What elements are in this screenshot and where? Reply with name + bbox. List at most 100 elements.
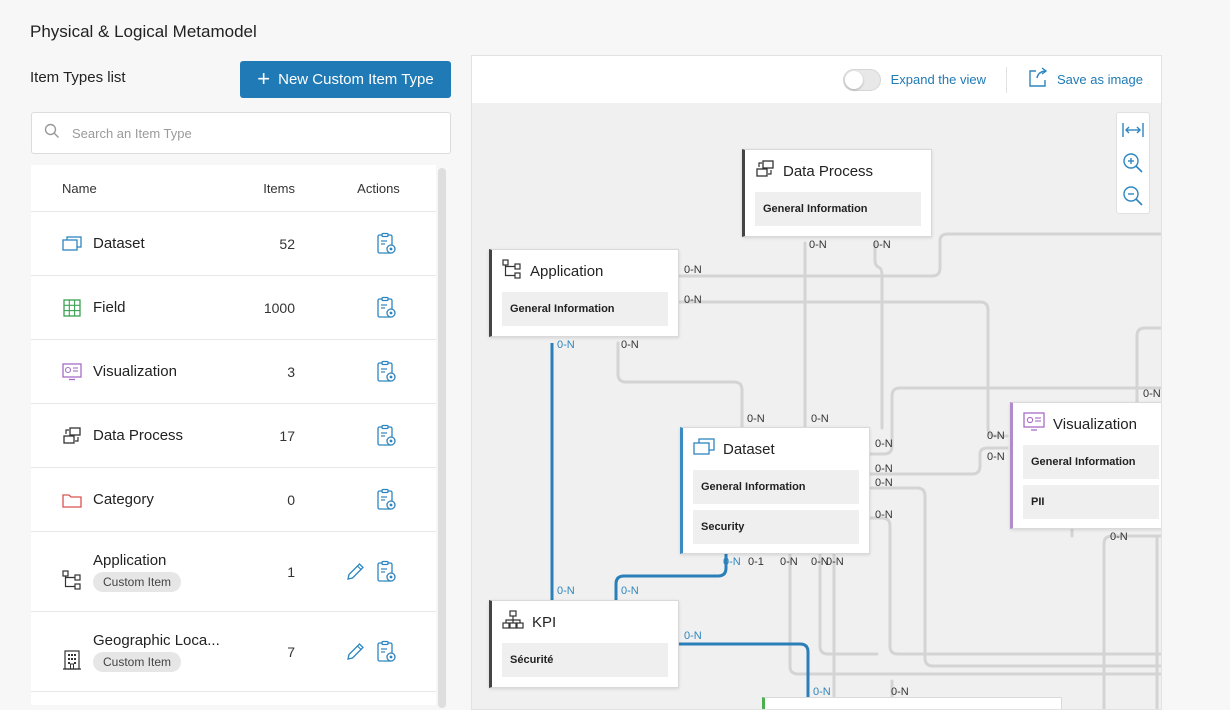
search-input[interactable]	[70, 118, 450, 148]
node-title: Visualization	[1053, 416, 1137, 433]
folder-icon	[62, 490, 82, 510]
table-row[interactable]: Data Process 17	[31, 404, 436, 468]
cardinality-label: 0-N	[891, 687, 909, 698]
node-partial-bottom[interactable]	[762, 697, 1062, 710]
settings-clipboard-icon[interactable]	[375, 232, 399, 256]
zoom-in-icon[interactable]	[1120, 150, 1146, 176]
row-name-cell: Application Custom Item	[31, 552, 231, 592]
cardinality-label: 0-N	[1110, 532, 1128, 543]
node-title: Data Process	[783, 163, 873, 180]
row-label: Category	[93, 491, 154, 508]
row-name-cell: Dataset	[31, 234, 231, 254]
column-items-header: Items	[231, 181, 311, 196]
row-count: 1	[231, 564, 311, 580]
row-actions	[311, 360, 436, 384]
table-row[interactable]: Visualization 3	[31, 340, 436, 404]
column-actions-header: Actions	[311, 181, 436, 196]
node-title: Dataset	[723, 441, 775, 458]
application-icon	[62, 570, 82, 590]
expand-view-label[interactable]: Expand the view	[891, 72, 986, 87]
item-types-list-title: Item Types list	[30, 69, 126, 86]
column-name-header: Name	[31, 181, 231, 196]
row-actions	[311, 560, 436, 584]
page-title: Physical & Logical Metamodel	[30, 22, 257, 42]
fit-width-icon[interactable]	[1120, 117, 1146, 143]
node-section-securite[interactable]: Sécurité	[502, 643, 668, 677]
node-title: KPI	[532, 614, 556, 631]
cardinality-label: 0-N	[987, 431, 1005, 442]
row-actions	[311, 640, 436, 664]
node-section-general-information[interactable]: General Information	[1023, 445, 1159, 479]
settings-clipboard-icon[interactable]	[375, 560, 399, 584]
cardinality-label: 0-N	[557, 586, 575, 597]
cardinality-label: 0-N	[747, 414, 765, 425]
node-application[interactable]: Application General Information	[489, 249, 679, 337]
row-label: Visualization	[93, 363, 177, 380]
row-count: 0	[231, 492, 311, 508]
metamodel-diagram-canvas[interactable]: Expand the view Save as image Data Proce…	[471, 55, 1162, 710]
cardinality-label: 0-N	[684, 631, 702, 642]
list-scrollbar[interactable]	[438, 168, 446, 708]
save-as-image-button[interactable]: Save as image	[1027, 66, 1143, 93]
table-row[interactable]: Dataset 52	[31, 212, 436, 276]
custom-item-badge: Custom Item	[93, 572, 181, 592]
settings-clipboard-icon[interactable]	[375, 360, 399, 384]
table-header: Name Items Actions	[31, 165, 436, 212]
settings-clipboard-icon[interactable]	[375, 296, 399, 320]
search-box	[31, 112, 451, 154]
node-kpi[interactable]: KPI Sécurité	[489, 600, 679, 688]
expand-view-toggle[interactable]	[843, 69, 881, 91]
settings-clipboard-icon[interactable]	[375, 488, 399, 512]
node-section-general-information[interactable]: General Information	[693, 470, 859, 504]
cardinality-label: 0-N	[780, 557, 798, 568]
node-section-general-information[interactable]: General Information	[755, 192, 921, 226]
kpi-hierarchy-icon	[502, 610, 524, 634]
building-icon	[62, 650, 82, 670]
new-custom-item-type-button[interactable]: + New Custom Item Type	[240, 61, 451, 98]
row-label: Geographic Loca...	[93, 632, 220, 649]
application-icon	[502, 259, 522, 283]
row-label: Data Process	[93, 427, 183, 444]
cardinality-label: 0-N	[875, 464, 893, 475]
table-row[interactable]: Category 0	[31, 468, 436, 532]
table-row[interactable]: Field 1000	[31, 276, 436, 340]
settings-clipboard-icon[interactable]	[375, 640, 399, 664]
row-actions	[311, 296, 436, 320]
data-process-icon	[62, 426, 82, 446]
cardinality-label: 0-N	[813, 687, 831, 698]
cardinality-label: 0-N	[809, 240, 827, 251]
node-dataset[interactable]: Dataset General Information Security	[680, 427, 870, 554]
visualization-icon	[1023, 412, 1045, 436]
toolbar-divider	[1006, 67, 1007, 93]
row-actions	[311, 232, 436, 256]
row-name-cell: Data Process	[31, 426, 231, 446]
edit-pencil-icon[interactable]	[343, 560, 367, 584]
settings-clipboard-icon[interactable]	[375, 424, 399, 448]
row-count: 7	[231, 644, 311, 660]
row-label: Application	[93, 552, 181, 569]
node-title: Application	[530, 263, 603, 280]
search-icon	[44, 123, 60, 144]
cardinality-label: 0-N	[557, 340, 575, 351]
zoom-out-icon[interactable]	[1120, 183, 1146, 209]
cardinality-label: 0-N	[987, 452, 1005, 463]
field-grid-icon	[62, 298, 82, 318]
row-name-cell: Geographic Loca... Custom Item	[31, 632, 231, 672]
node-section-security[interactable]: Security	[693, 510, 859, 544]
new-custom-item-type-label: New Custom Item Type	[278, 71, 434, 88]
node-data-process[interactable]: Data Process General Information	[742, 149, 932, 237]
row-name-cell: Visualization	[31, 362, 231, 382]
node-section-pii[interactable]: PII	[1023, 485, 1159, 519]
table-row[interactable]: Application Custom Item 1	[31, 532, 436, 612]
node-section-general-information[interactable]: General Information	[502, 292, 668, 326]
canvas-toolbar: Expand the view Save as image	[472, 56, 1161, 103]
table-row[interactable]: Geographic Loca... Custom Item 7	[31, 612, 436, 692]
cardinality-label: 0-N	[621, 340, 639, 351]
data-process-icon	[755, 159, 775, 183]
row-label: Dataset	[93, 235, 145, 252]
row-name-cell: Category	[31, 490, 231, 510]
edit-pencil-icon[interactable]	[343, 640, 367, 664]
cardinality-label: 0-N	[1143, 389, 1161, 400]
node-visualization[interactable]: Visualization General Information PII	[1010, 402, 1162, 529]
save-as-image-label: Save as image	[1057, 72, 1143, 87]
